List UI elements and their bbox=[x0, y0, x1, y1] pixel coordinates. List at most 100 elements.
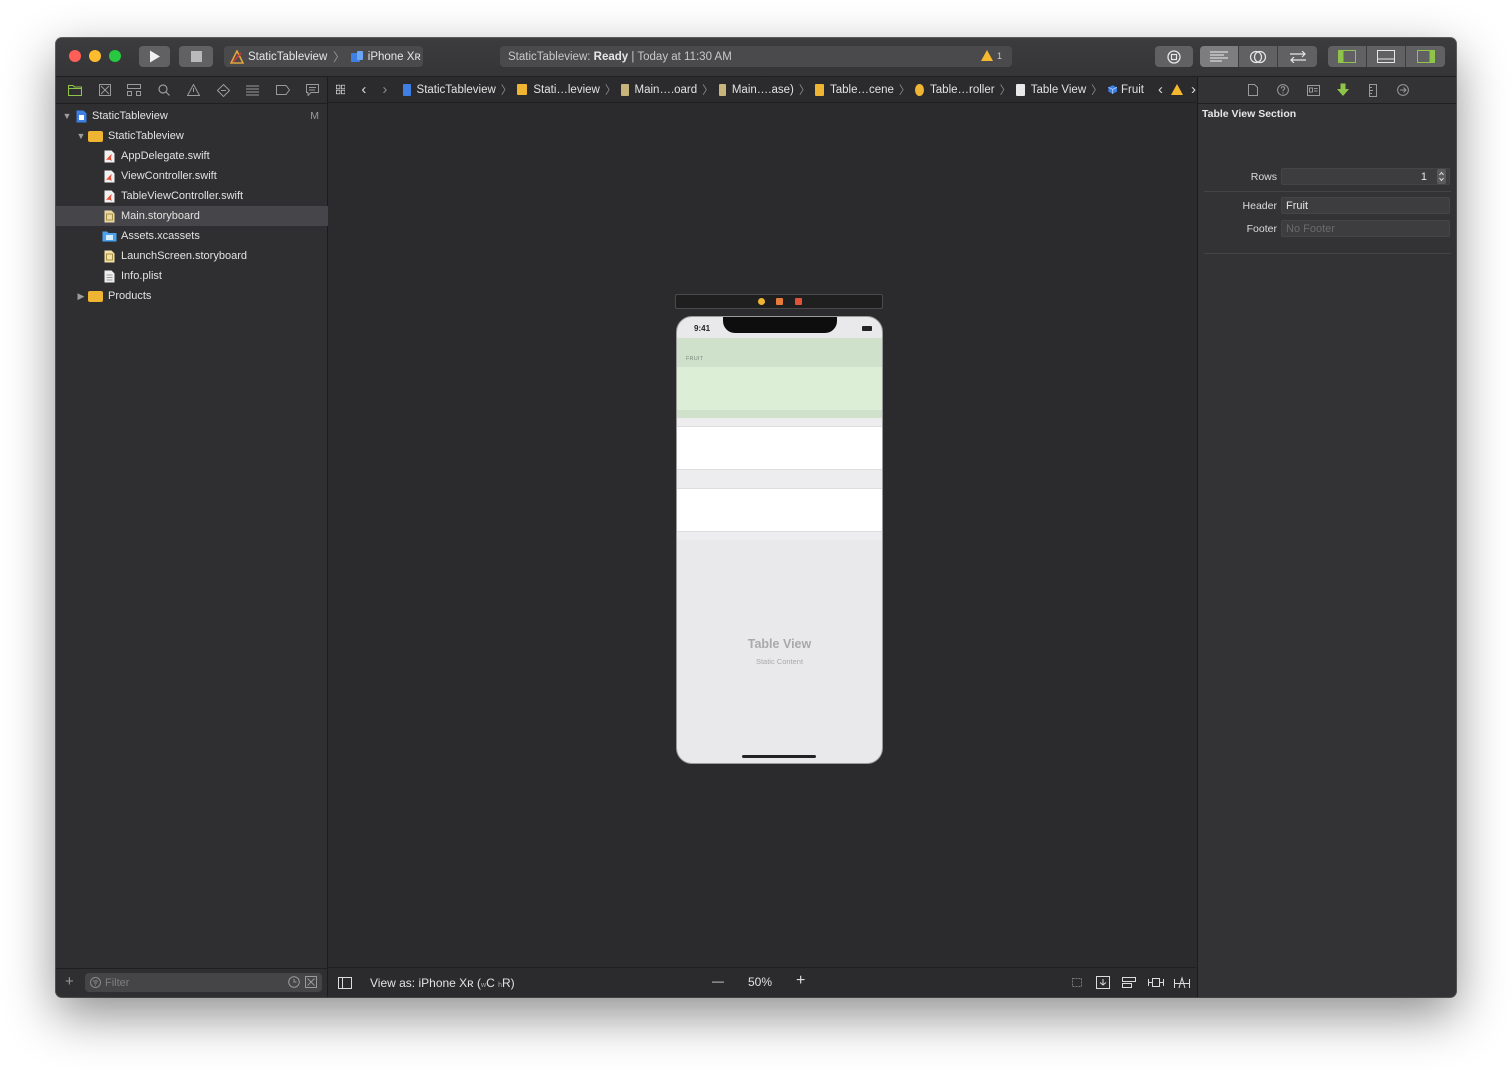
section-header-label: FRUIT bbox=[686, 356, 704, 362]
tree-item-group-statictableview[interactable]: ▼ StaticTableview bbox=[56, 126, 347, 146]
align-icon[interactable] bbox=[1122, 976, 1136, 989]
jump-crumb[interactable]: Main….ase) bbox=[732, 84, 794, 96]
update-frames-icon[interactable] bbox=[1070, 976, 1084, 989]
view-as-device[interactable]: View as: iPhone Xʀ (wC hR) bbox=[370, 976, 515, 990]
table-cell-selected[interactable] bbox=[677, 367, 882, 410]
stop-button[interactable] bbox=[179, 46, 213, 67]
tree-item-assets[interactable]: Assets.xcassets bbox=[56, 226, 373, 246]
device-name: iPhone Xʀ bbox=[367, 50, 421, 63]
find-navigator-tab-icon[interactable] bbox=[149, 84, 179, 96]
debug-navigator-tab-icon[interactable] bbox=[238, 85, 268, 96]
jump-crumb[interactable]: Stati…leview bbox=[533, 84, 599, 96]
assistant-editor-button[interactable] bbox=[1239, 46, 1278, 67]
test-navigator-tab-icon[interactable] bbox=[208, 83, 238, 97]
source-control-tab-icon[interactable] bbox=[90, 84, 120, 96]
rows-stepper-field[interactable]: 1 bbox=[1281, 168, 1450, 185]
previous-issue-icon[interactable]: ‹ bbox=[1158, 81, 1163, 98]
size-inspector-tab-icon[interactable] bbox=[1358, 83, 1388, 97]
standard-editor-button[interactable] bbox=[1200, 46, 1239, 67]
scheme-separator-icon: 〉 bbox=[333, 51, 345, 64]
jump-crumb[interactable]: Table View bbox=[1031, 84, 1086, 96]
warning-icon[interactable] bbox=[1170, 84, 1183, 95]
warning-indicator[interactable]: 1 bbox=[980, 50, 1002, 61]
back-icon[interactable]: ‹ bbox=[361, 81, 366, 98]
view-controller-icon[interactable] bbox=[758, 298, 765, 305]
standard-editor-icon bbox=[1210, 50, 1228, 62]
swift-file-icon bbox=[104, 150, 115, 162]
exit-icon[interactable] bbox=[795, 298, 802, 305]
connections-inspector-tab-icon[interactable] bbox=[1388, 84, 1418, 96]
report-navigator-tab-icon[interactable] bbox=[297, 84, 327, 96]
resolve-layout-issues-icon[interactable] bbox=[1174, 976, 1190, 989]
toggle-inspector-button[interactable] bbox=[1406, 46, 1445, 67]
add-file-icon[interactable]: + bbox=[65, 973, 74, 990]
quick-help-tab-icon[interactable] bbox=[1268, 84, 1298, 96]
scm-filter-icon[interactable] bbox=[305, 976, 317, 988]
file-inspector-tab-icon[interactable] bbox=[1238, 84, 1268, 96]
jump-crumb[interactable]: Table…cene bbox=[830, 84, 894, 96]
jump-crumb[interactable]: StaticTableview bbox=[417, 84, 496, 96]
zoom-in-button[interactable]: + bbox=[796, 972, 805, 990]
symbol-navigator-tab-icon[interactable] bbox=[119, 84, 149, 96]
section-header[interactable]: FRUIT bbox=[677, 338, 882, 368]
add-constraints-icon[interactable] bbox=[1148, 976, 1164, 989]
disclosure-closed-icon[interactable]: ▶ bbox=[76, 291, 86, 302]
tree-item-label: LaunchScreen.storyboard bbox=[121, 250, 247, 262]
zoom-window-button[interactable] bbox=[109, 50, 121, 62]
disclosure-open-icon[interactable]: ▼ bbox=[62, 111, 72, 121]
scene-dock[interactable] bbox=[675, 294, 883, 309]
version-editor-button[interactable] bbox=[1278, 46, 1317, 67]
next-issue-icon[interactable]: › bbox=[1191, 81, 1196, 98]
footer-label: Footer bbox=[1246, 223, 1277, 235]
related-items-icon[interactable] bbox=[336, 83, 346, 96]
breakpoint-navigator-tab-icon[interactable] bbox=[268, 85, 298, 95]
library-button[interactable] bbox=[1155, 46, 1193, 67]
stepper-icon[interactable] bbox=[1437, 169, 1446, 184]
asset-catalog-icon bbox=[102, 231, 117, 242]
tree-item-products[interactable]: ▶ Products bbox=[56, 286, 347, 306]
zoom-out-button[interactable]: — bbox=[712, 974, 724, 988]
toggle-navigator-button[interactable] bbox=[1328, 46, 1367, 67]
jump-crumb[interactable]: Fruit bbox=[1121, 84, 1144, 96]
footer-text-field[interactable]: No Footer bbox=[1281, 220, 1450, 237]
iphone-frame[interactable]: 9:41 FRUIT Table View Static Content bbox=[676, 316, 883, 764]
size-class-h: R) bbox=[501, 975, 515, 990]
issue-navigator-tab-icon[interactable] bbox=[179, 84, 209, 96]
minimize-window-button[interactable] bbox=[89, 50, 101, 62]
table-cell[interactable] bbox=[677, 488, 882, 532]
rows-value: 1 bbox=[1420, 170, 1427, 183]
scheme-selector[interactable]: StaticTableview 〉 iPhone Xʀ bbox=[224, 46, 423, 67]
toggle-debug-area-button[interactable] bbox=[1367, 46, 1406, 67]
storyboard-canvas[interactable]: 9:41 FRUIT Table View Static Content bbox=[328, 104, 1196, 968]
disclosure-open-icon[interactable]: ▼ bbox=[76, 131, 86, 141]
battery-icon bbox=[862, 326, 872, 331]
zoom-level[interactable]: 50% bbox=[748, 975, 772, 989]
right-panel-icon bbox=[1416, 50, 1435, 63]
table-cell[interactable] bbox=[677, 426, 882, 470]
identity-inspector-tab-icon[interactable] bbox=[1298, 84, 1328, 96]
tree-item-label: StaticTableview bbox=[108, 130, 184, 142]
section-spacer bbox=[677, 418, 882, 426]
bottom-panel-icon bbox=[1377, 50, 1395, 63]
chevron-right-icon: 〉 bbox=[798, 84, 811, 97]
document-outline-toggle-icon[interactable] bbox=[338, 976, 352, 989]
jump-crumb[interactable]: Table…roller bbox=[930, 84, 995, 96]
navigator-filter-input[interactable]: Filter bbox=[85, 973, 322, 992]
activity-status-bar: StaticTableview: Ready | Today at 11:30 … bbox=[500, 46, 1012, 67]
run-button[interactable] bbox=[139, 46, 170, 67]
embed-in-icon[interactable] bbox=[1096, 976, 1110, 989]
header-text-field[interactable]: Fruit bbox=[1281, 197, 1450, 214]
project-navigator-tab-icon[interactable] bbox=[60, 84, 90, 96]
forward-icon[interactable]: › bbox=[382, 81, 387, 98]
tree-item-project[interactable]: ▼ StaticTableview M bbox=[56, 106, 333, 126]
view-controller-icon bbox=[915, 83, 925, 96]
section-footer[interactable] bbox=[677, 410, 882, 418]
recent-files-icon[interactable] bbox=[288, 976, 300, 988]
storyboard-file-icon bbox=[104, 250, 115, 262]
close-window-button[interactable] bbox=[69, 50, 81, 62]
tree-item-label: AppDelegate.swift bbox=[121, 150, 210, 162]
inspector-tab-bar bbox=[1198, 77, 1456, 104]
first-responder-icon[interactable] bbox=[776, 298, 783, 305]
jump-crumb[interactable]: Main….oard bbox=[635, 84, 698, 96]
attributes-inspector-tab-icon[interactable] bbox=[1328, 83, 1358, 97]
